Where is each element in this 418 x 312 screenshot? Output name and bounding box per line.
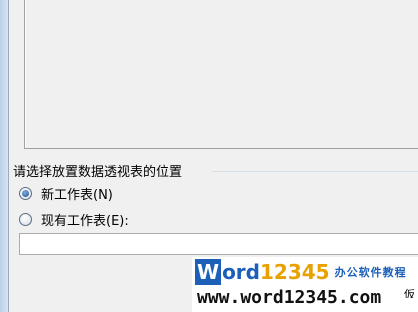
placement-group-title: 请选择放置数据透视表的位置 <box>13 161 183 180</box>
partially-hidden-button[interactable]: 仮 <box>404 286 418 298</box>
watermark-logo: Word 12345 办公软件教程 www.word12345.com <box>192 257 418 312</box>
pivot-preview-pane <box>24 0 418 149</box>
group-divider <box>212 171 418 172</box>
new-worksheet-label[interactable]: 新工作表(N) <box>41 184 113 203</box>
existing-worksheet-label[interactable]: 现有工作表(E): <box>41 210 129 229</box>
watermark-url: www.word12345.com <box>197 287 382 308</box>
existing-worksheet-radio[interactable] <box>19 213 32 226</box>
new-worksheet-option[interactable]: 新工作表(N) <box>19 184 113 203</box>
watermark-brand: Word 12345 办公软件教程 <box>195 259 407 285</box>
location-range-input[interactable] <box>19 233 418 255</box>
window-frame-left <box>0 0 9 312</box>
new-worksheet-radio[interactable] <box>19 187 32 200</box>
existing-worksheet-option[interactable]: 现有工作表(E): <box>19 210 129 229</box>
